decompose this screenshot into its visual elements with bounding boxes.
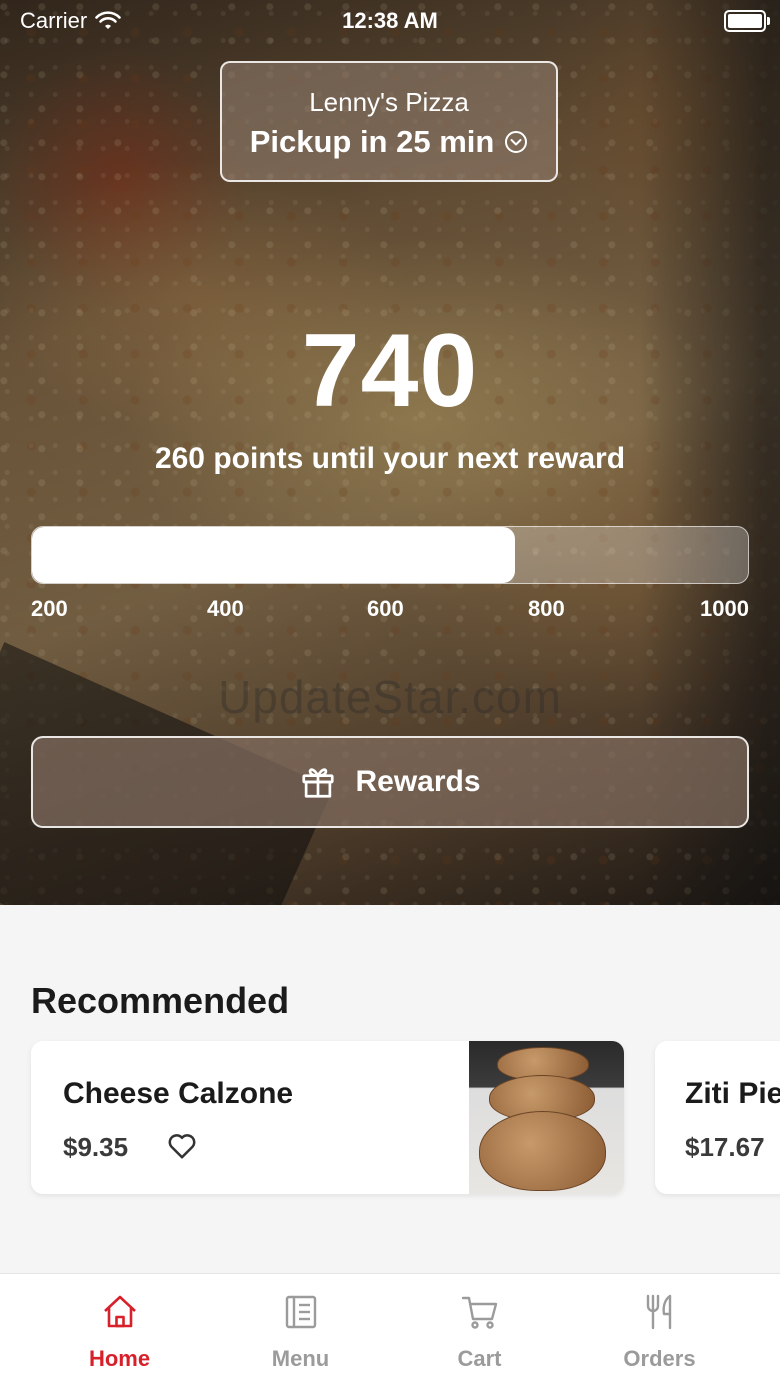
status-time: 12:38 AM: [342, 8, 438, 33]
battery-icon: [724, 10, 770, 32]
tab-cart[interactable]: Cart: [382, 1274, 577, 1388]
tab-home[interactable]: Home: [22, 1274, 217, 1388]
section-title-recommended: Recommended: [31, 980, 290, 1021]
progress-ticks: 200 400 600 800 1000: [31, 596, 749, 626]
points-value: 740: [301, 313, 479, 429]
tab-bar: Home Menu Cart Orders: [0, 1273, 780, 1388]
rewards-button-label: Rewards: [355, 765, 481, 798]
tick-label: 400: [207, 596, 244, 621]
location-selector[interactable]: Lenny's Pizza Pickup in 25 min: [220, 61, 558, 182]
watermark: UpdateStar.com: [218, 671, 562, 723]
heart-icon[interactable]: [167, 1132, 197, 1160]
tab-menu[interactable]: Menu: [203, 1274, 398, 1388]
utensils-icon: [646, 1294, 672, 1330]
tab-label: Home: [88, 1346, 151, 1371]
tab-label: Orders: [623, 1346, 696, 1371]
tick-label: 600: [367, 596, 404, 621]
product-price: $9.35: [63, 1132, 129, 1162]
rewards-progress-bar: [31, 526, 749, 584]
tick-label: 1000: [700, 596, 749, 621]
tick-label: 800: [528, 596, 565, 621]
pickup-time: Pickup in 25 min: [222, 124, 556, 160]
menu-icon: [285, 1295, 317, 1329]
rewards-progress-fill: [32, 527, 516, 583]
cart-icon: [461, 1296, 498, 1329]
rewards-button[interactable]: Rewards: [31, 736, 749, 828]
chevron-down-circle-icon: [505, 131, 528, 153]
status-bar: Carrier 12:38 AM: [0, 0, 780, 40]
product-name: Ziti Pie: [685, 1077, 780, 1110]
product-price: $17.67: [685, 1132, 765, 1162]
tick-label: 200: [31, 596, 68, 621]
product-image: [469, 1041, 624, 1194]
product-card[interactable]: Cheese Calzone $9.35: [31, 1041, 624, 1194]
tab-label: Cart: [457, 1346, 502, 1371]
product-card[interactable]: Ziti Pie $17.67: [655, 1041, 780, 1194]
tab-orders[interactable]: Orders: [562, 1274, 757, 1388]
gift-icon: [302, 768, 335, 798]
product-name: Cheese Calzone: [63, 1077, 294, 1110]
points-until-reward: 260 points until your next reward: [154, 442, 626, 475]
home-icon: [104, 1295, 136, 1328]
pickup-label: Pickup in 25 min: [249, 124, 495, 159]
store-name: Lenny's Pizza: [309, 87, 469, 117]
tab-label: Menu: [271, 1346, 330, 1371]
